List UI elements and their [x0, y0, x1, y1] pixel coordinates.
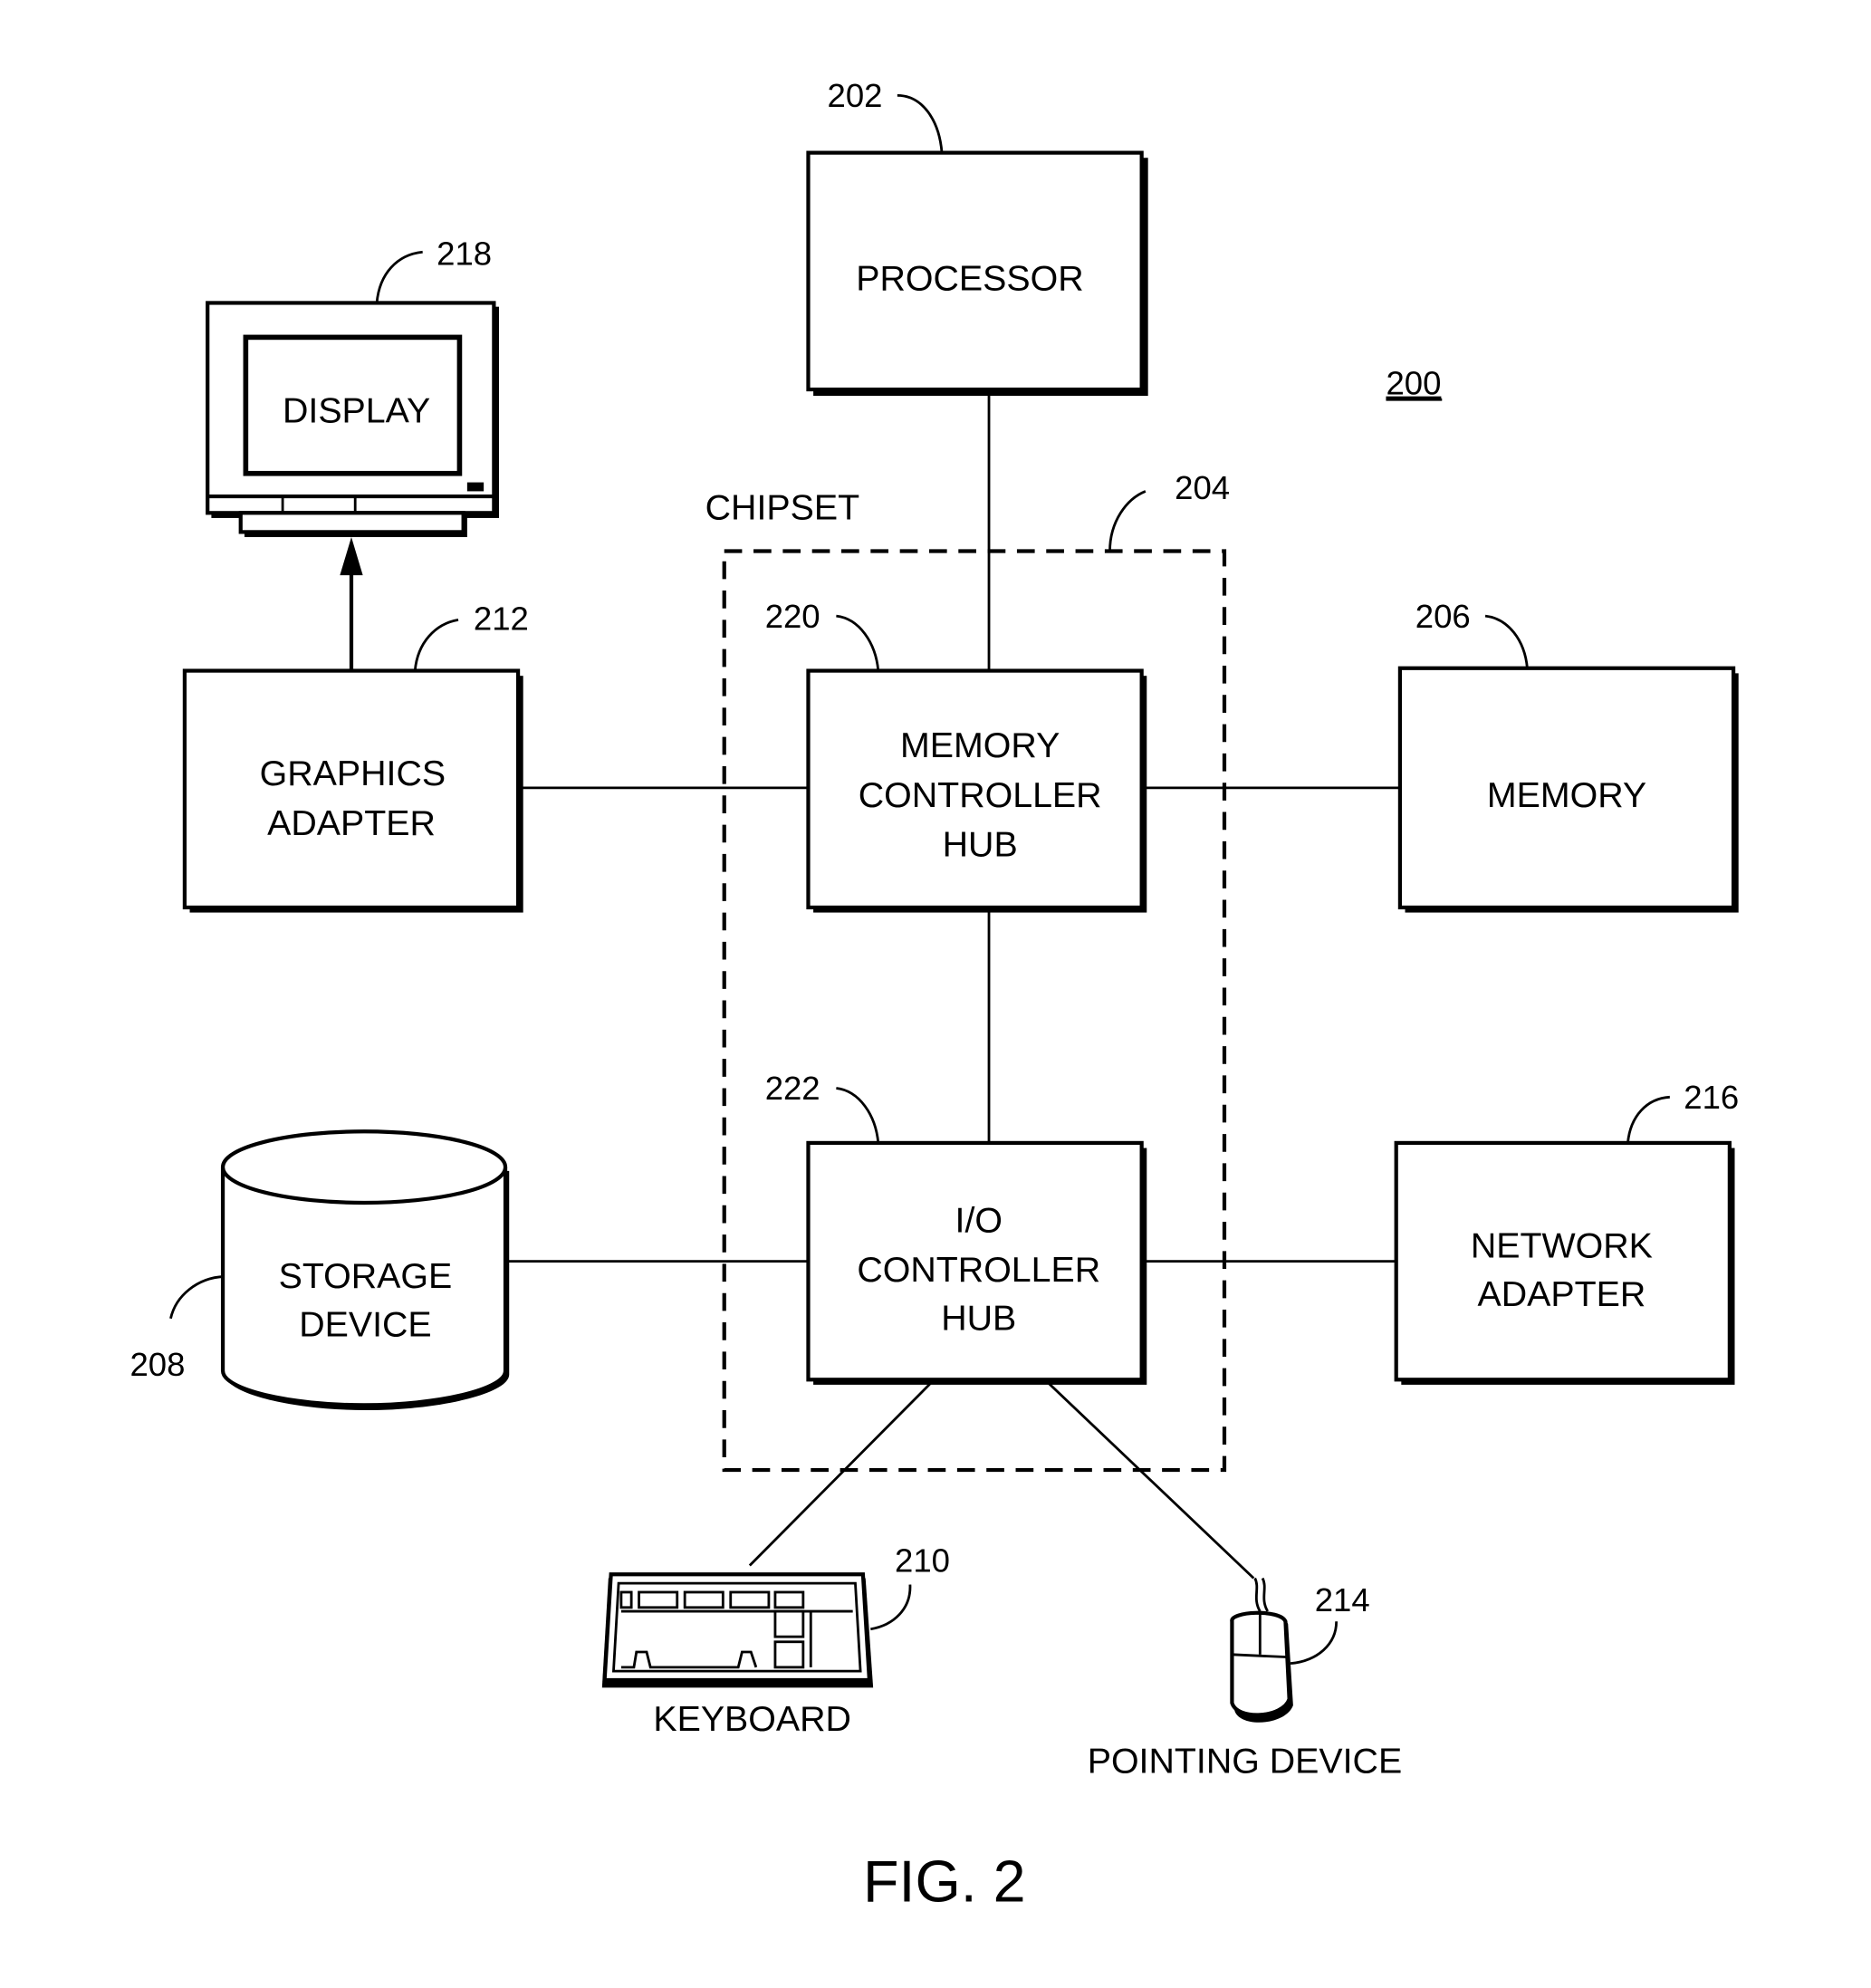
storage-device-block[interactable]: STORAGE DEVICE 208	[130, 1129, 510, 1411]
network-adapter-ref: 216	[1684, 1079, 1739, 1116]
ioch-label-3: HUB	[941, 1298, 1016, 1338]
mch-label-3: HUB	[943, 825, 1018, 865]
chipset-label: CHIPSET	[705, 487, 859, 527]
pointing-device-block[interactable]: POINTING DEVICE 214	[1088, 1577, 1402, 1782]
keyboard-label: KEYBOARD	[653, 1699, 851, 1739]
processor-block[interactable]: PROCESSOR 202	[806, 77, 1148, 397]
processor-label: PROCESSOR	[856, 258, 1083, 298]
keyboard-ref: 210	[895, 1541, 950, 1579]
conn-ioch-keyboard	[748, 1379, 935, 1567]
chipset-ref: 204	[1175, 469, 1230, 506]
graphics-adapter-label-2: ADAPTER	[267, 803, 436, 843]
network-adapter-label-2: ADAPTER	[1478, 1274, 1646, 1314]
ioch-label-2: CONTROLLER	[857, 1250, 1100, 1290]
display-label: DISPLAY	[283, 391, 430, 431]
mch-label-1: MEMORY	[900, 725, 1060, 765]
pointing-device-label: POINTING DEVICE	[1088, 1742, 1402, 1782]
connections	[340, 390, 1400, 1580]
io-controller-hub-block[interactable]: I/O CONTROLLER HUB 222	[765, 1070, 1147, 1385]
figure-reference: 200	[1386, 365, 1441, 402]
mch-label-2: CONTROLLER	[859, 775, 1102, 815]
display-block[interactable]: DISPLAY 218	[206, 235, 499, 538]
storage-label-2: DEVICE	[299, 1305, 431, 1345]
ioch-label-1: I/O	[955, 1200, 1003, 1240]
graphics-adapter-block[interactable]: GRAPHICS ADAPTER 212	[182, 600, 529, 913]
memory-label: MEMORY	[1487, 775, 1646, 815]
keyboard-icon	[601, 1572, 874, 1688]
arrow-head-icon	[340, 537, 363, 576]
network-adapter-label-1: NETWORK	[1471, 1225, 1653, 1265]
graphics-adapter-label-1: GRAPHICS	[260, 754, 446, 793]
network-adapter-block[interactable]: NETWORK ADAPTER 216	[1394, 1079, 1740, 1385]
ioch-ref: 222	[765, 1070, 820, 1107]
memory-ref: 206	[1415, 598, 1471, 635]
display-ref: 218	[437, 235, 492, 272]
mch-ref: 220	[765, 598, 820, 635]
figure-title: FIG. 2	[863, 1848, 1026, 1914]
block-diagram: CHIPSET 204 PROCESSOR 202 200 DISPLAY 21…	[130, 77, 1740, 1914]
keyboard-block[interactable]: KEYBOARD 210	[601, 1541, 950, 1739]
graphics-adapter-ref: 212	[474, 600, 529, 638]
pointing-device-ref: 214	[1315, 1581, 1370, 1618]
memory-block[interactable]: MEMORY 206	[1397, 598, 1739, 913]
storage-ref: 208	[130, 1346, 185, 1383]
storage-label-1: STORAGE	[279, 1256, 453, 1296]
mouse-icon	[1230, 1577, 1293, 1723]
memory-controller-hub-block[interactable]: MEMORY CONTROLLER HUB 220	[765, 598, 1147, 913]
processor-ref: 202	[828, 77, 883, 114]
